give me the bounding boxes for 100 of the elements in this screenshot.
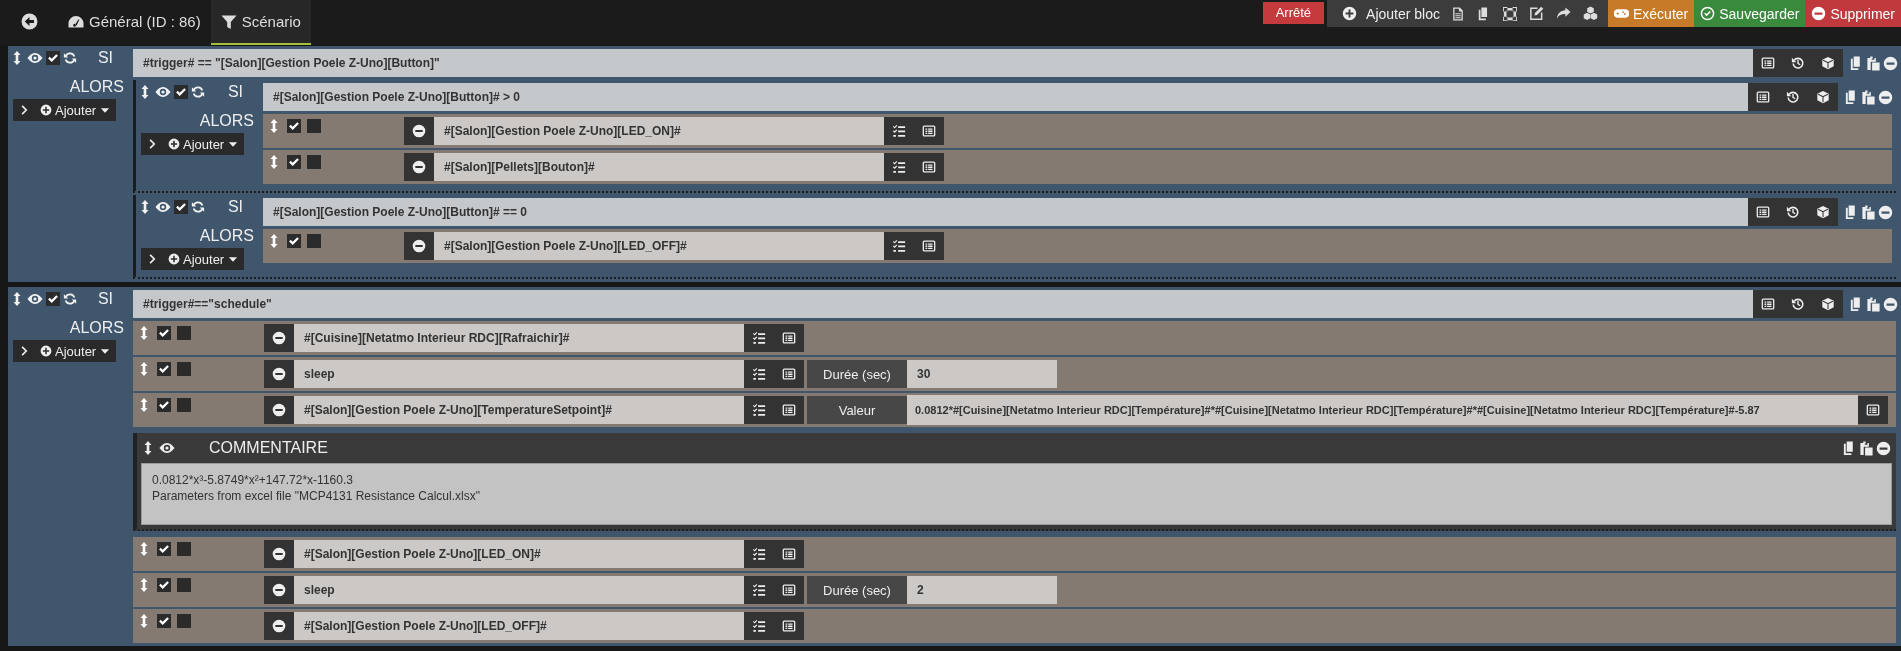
enable-checkbox[interactable]	[287, 155, 301, 169]
option-checkbox[interactable]	[177, 614, 191, 628]
refresh-icon[interactable]	[63, 51, 77, 65]
remove-button[interactable]	[404, 153, 434, 181]
enable-checkbox[interactable]	[174, 85, 188, 99]
enable-checkbox[interactable]	[46, 51, 60, 65]
option-field[interactable]: 30	[907, 360, 1057, 388]
paste-icon[interactable]	[1866, 55, 1881, 71]
options-button[interactable]	[744, 324, 774, 352]
refresh-icon[interactable]	[191, 85, 205, 99]
options-button[interactable]	[744, 540, 774, 568]
enable-checkbox[interactable]	[157, 542, 171, 556]
remove-button[interactable]	[264, 324, 294, 352]
options-button[interactable]	[884, 153, 914, 181]
enable-checkbox[interactable]	[46, 292, 60, 306]
edit-icon[interactable]	[1529, 6, 1544, 21]
cube-button[interactable]	[1813, 290, 1843, 318]
remove-button[interactable]	[264, 540, 294, 568]
remove-button[interactable]	[404, 232, 434, 260]
option-field[interactable]: 2	[907, 576, 1057, 604]
eye-icon[interactable]	[155, 199, 171, 215]
delete-button[interactable]: Supprimer	[1805, 0, 1901, 27]
list-button[interactable]	[914, 117, 944, 145]
list-button[interactable]	[1748, 83, 1778, 111]
option-checkbox[interactable]	[177, 398, 191, 412]
remove-icon[interactable]	[1878, 204, 1893, 220]
cube-button[interactable]	[1808, 83, 1838, 111]
list-button[interactable]	[774, 324, 804, 352]
list-button[interactable]	[774, 360, 804, 388]
option-checkbox[interactable]	[307, 155, 321, 169]
enable-checkbox[interactable]	[287, 234, 301, 248]
frame-icon[interactable]	[1503, 6, 1517, 21]
remove-button[interactable]	[264, 360, 294, 388]
option-checkbox[interactable]	[177, 542, 191, 556]
enable-checkbox[interactable]	[157, 578, 171, 592]
list-button[interactable]	[914, 232, 944, 260]
command-field[interactable]: #[Salon][Gestion Poele Z-Uno][LED_ON]#	[294, 540, 744, 568]
option-checkbox[interactable]	[307, 119, 321, 133]
enable-checkbox[interactable]	[157, 614, 171, 628]
options-button[interactable]	[744, 576, 774, 604]
remove-button[interactable]	[404, 117, 434, 145]
list-button[interactable]	[774, 612, 804, 640]
enable-checkbox[interactable]	[287, 119, 301, 133]
options-button[interactable]	[744, 612, 774, 640]
command-field[interactable]: sleep	[294, 360, 744, 388]
comment-field[interactable]: 0.0812*x³-5.8749*x²+147.72*x-1160.3 Parameters from excel file "MCP4131 Resistance Calcul.xlsx"	[141, 463, 1892, 525]
command-field[interactable]: #[Salon][Gestion Poele Z-Uno][TemperatureSetpoint]#	[294, 396, 744, 424]
list-button[interactable]	[1753, 290, 1783, 318]
file-icon[interactable]	[1451, 6, 1465, 21]
options-button[interactable]	[884, 117, 914, 145]
cube-button[interactable]	[1808, 198, 1838, 226]
list-button[interactable]	[1748, 198, 1778, 226]
eye-icon[interactable]	[155, 84, 171, 100]
list-button[interactable]	[774, 540, 804, 568]
enable-checkbox[interactable]	[174, 200, 188, 214]
command-field[interactable]: #[Cuisine][Netatmo Interieur RDC][Rafraichir]#	[294, 324, 744, 352]
paste-icon[interactable]	[1861, 204, 1876, 220]
add-block-button[interactable]: Ajouter bloc	[1331, 0, 1445, 27]
cubes-icon[interactable]	[1583, 6, 1598, 21]
share-icon[interactable]	[1556, 6, 1571, 21]
paste-icon[interactable]	[1866, 296, 1881, 312]
option-checkbox[interactable]	[177, 362, 191, 376]
enable-checkbox[interactable]	[157, 398, 171, 412]
list-button[interactable]	[1858, 396, 1888, 424]
refresh-icon[interactable]	[191, 200, 205, 214]
eye-icon[interactable]	[27, 291, 43, 307]
remove-button[interactable]	[264, 612, 294, 640]
list-button[interactable]	[914, 153, 944, 181]
enable-checkbox[interactable]	[157, 362, 171, 376]
tab[interactable]: Général (ID : 86)	[58, 0, 211, 45]
option-checkbox[interactable]	[177, 578, 191, 592]
options-button[interactable]	[884, 232, 914, 260]
command-field[interactable]: #[Salon][Pellets][Bouton]#	[434, 153, 884, 181]
list-button[interactable]	[774, 576, 804, 604]
eye-icon[interactable]	[159, 440, 175, 456]
paste-icon[interactable]	[1861, 89, 1876, 105]
options-button[interactable]	[744, 396, 774, 424]
tab[interactable]: Scénario	[210, 0, 311, 45]
command-field[interactable]: #[Salon][Gestion Poele Z-Uno][LED_ON]#	[434, 117, 884, 145]
command-field[interactable]: sleep	[294, 576, 744, 604]
remove-button[interactable]	[264, 396, 294, 424]
option-checkbox[interactable]	[177, 326, 191, 340]
command-field[interactable]: #[Salon][Gestion Poele Z-Uno][LED_OFF]#	[434, 232, 884, 260]
eye-icon[interactable]	[27, 50, 43, 66]
options-button[interactable]	[744, 360, 774, 388]
save-button[interactable]: Sauvegarder	[1694, 0, 1806, 27]
paste-icon[interactable]	[1859, 440, 1874, 456]
condition-field[interactable]: #trigger#=="schedule"	[133, 290, 1753, 318]
option-field[interactable]: 0.0812*#[Cuisine][Netatmo Interieur RDC][Température]#*#[Cuisine][Netatmo Interieur RDC][Température]#*#[Cuisine][Netatmo Interieur RDC][Température]#-5.87	[907, 395, 1858, 425]
condition-field[interactable]: #[Salon][Gestion Poele Z-Uno][Button]# == 0	[263, 198, 1748, 226]
remove-button[interactable]	[264, 576, 294, 604]
condition-field[interactable]: #[Salon][Gestion Poele Z-Uno][Button]# > 0	[263, 83, 1748, 111]
enable-checkbox[interactable]	[157, 326, 171, 340]
cube-button[interactable]	[1813, 49, 1843, 77]
refresh-icon[interactable]	[63, 292, 77, 306]
command-field[interactable]: #[Salon][Gestion Poele Z-Uno][LED_OFF]#	[294, 612, 744, 640]
remove-icon[interactable]	[1883, 296, 1898, 312]
list-button[interactable]	[774, 396, 804, 424]
remove-icon[interactable]	[1878, 89, 1893, 105]
option-checkbox[interactable]	[307, 234, 321, 248]
